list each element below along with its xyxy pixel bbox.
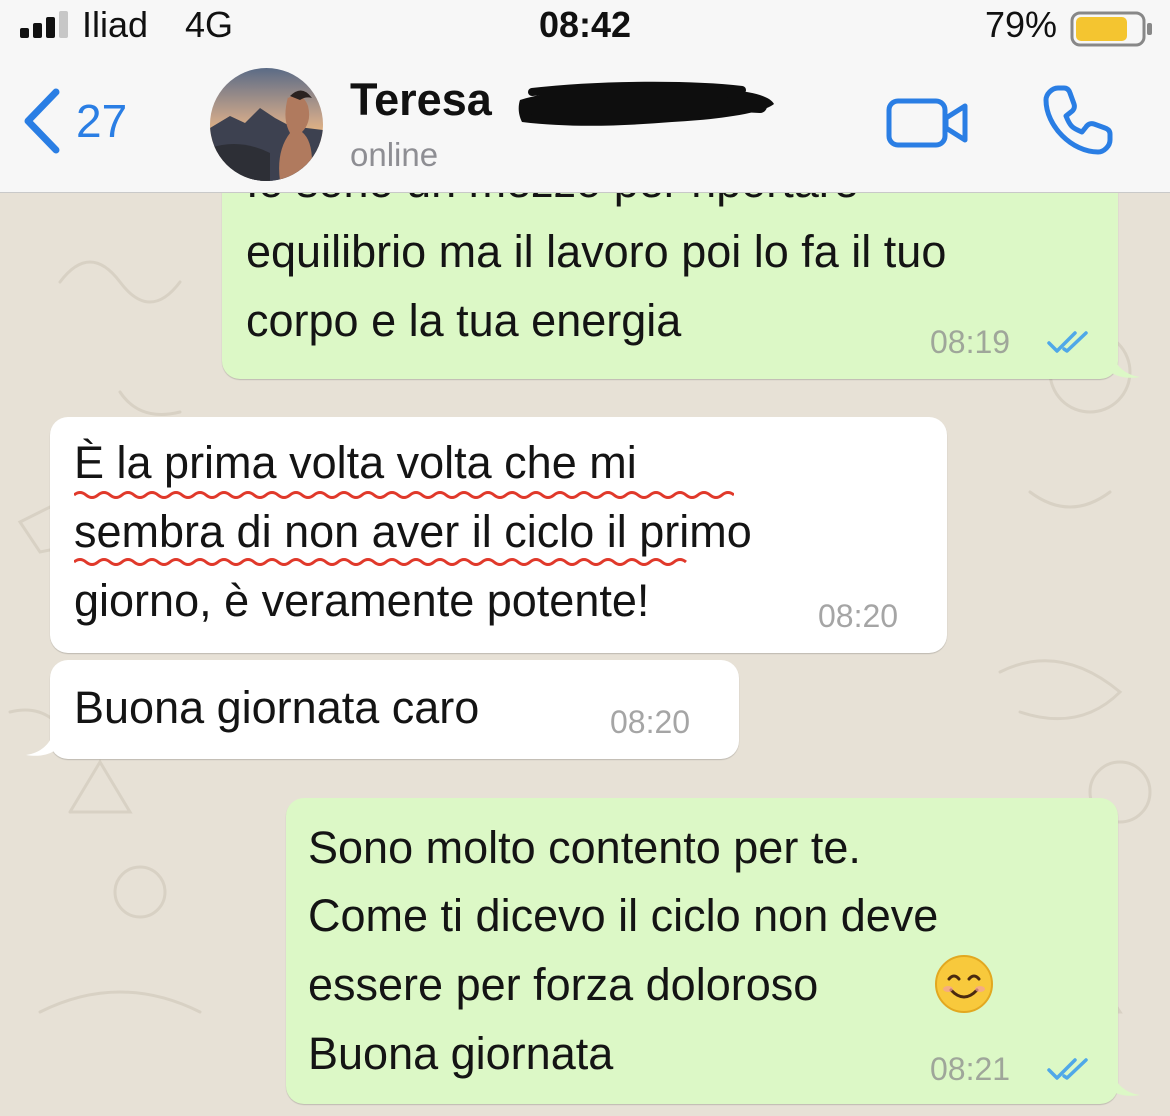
read-receipt-icon bbox=[1047, 331, 1088, 353]
back-button[interactable]: 27 bbox=[22, 86, 127, 156]
contact-name[interactable]: Teresa bbox=[350, 74, 492, 126]
message-text-line: Buona giornata caro bbox=[74, 682, 480, 733]
unread-count: 27 bbox=[76, 95, 128, 147]
phone-icon bbox=[1043, 85, 1113, 155]
bubble-tail bbox=[1112, 1071, 1140, 1096]
message-text-line: Buona giornata bbox=[308, 1028, 614, 1079]
message-bubble-incoming[interactable]: Buona giornata caro 08:20 bbox=[50, 660, 739, 759]
message-time: 08:20 bbox=[610, 704, 691, 740]
message-text-line: È la prima volta volta che mi bbox=[74, 437, 637, 488]
bubble-tail bbox=[1112, 353, 1140, 378]
message-bubble-outgoing[interactable]: Sono molto contento per te. Come ti dice… bbox=[286, 798, 1118, 1104]
message-text-line: Sono molto contento per te. bbox=[308, 822, 861, 873]
bubble-tail bbox=[26, 731, 54, 756]
battery-percentage: 79% bbox=[985, 4, 1058, 45]
message-bubble-outgoing[interactable]: Io sono un mezzo per riportare equilibri… bbox=[222, 193, 1118, 379]
message-time: 08:21 bbox=[930, 1051, 1011, 1087]
message-text-line: sembra di non aver il ciclo il primo bbox=[74, 506, 752, 557]
message-time: 08:19 bbox=[930, 324, 1011, 360]
video-camera-icon bbox=[886, 98, 968, 148]
spellcheck-underline bbox=[74, 491, 734, 499]
message-text-line: equilibrio ma il lavoro poi lo fa il tuo bbox=[246, 226, 947, 277]
redaction-scribble bbox=[518, 81, 774, 126]
spellcheck-underline bbox=[74, 558, 687, 566]
message-text-line: essere per forza doloroso bbox=[308, 959, 819, 1010]
message-text-line: Come ti dicevo il ciclo non deve bbox=[308, 890, 939, 941]
message-bubble-incoming[interactable]: È la prima volta volta che mi sembra di … bbox=[50, 417, 947, 653]
battery-icon bbox=[1070, 11, 1152, 47]
status-bar: Iliad 4G 08:42 79% bbox=[0, 0, 1170, 56]
message-time: 08:20 bbox=[818, 598, 899, 634]
smiling-face-emoji-icon bbox=[935, 955, 993, 1013]
voice-call-button[interactable] bbox=[1040, 82, 1116, 163]
avatar[interactable] bbox=[210, 68, 323, 181]
message-text-line: giorno, è veramente potente! bbox=[74, 575, 650, 626]
message-list[interactable]: Io sono un mezzo per riportare equilibri… bbox=[0, 193, 1170, 1116]
chevron-left-icon bbox=[24, 88, 60, 154]
read-receipt-icon bbox=[1047, 1058, 1088, 1080]
video-call-button[interactable] bbox=[886, 98, 970, 153]
contact-status: online bbox=[350, 136, 439, 173]
message-text-line: Io sono un mezzo per riportare bbox=[246, 193, 859, 204]
chat-header: 27 Teresa online bbox=[0, 56, 1170, 193]
message-text-line: corpo e la tua energia bbox=[246, 295, 682, 346]
